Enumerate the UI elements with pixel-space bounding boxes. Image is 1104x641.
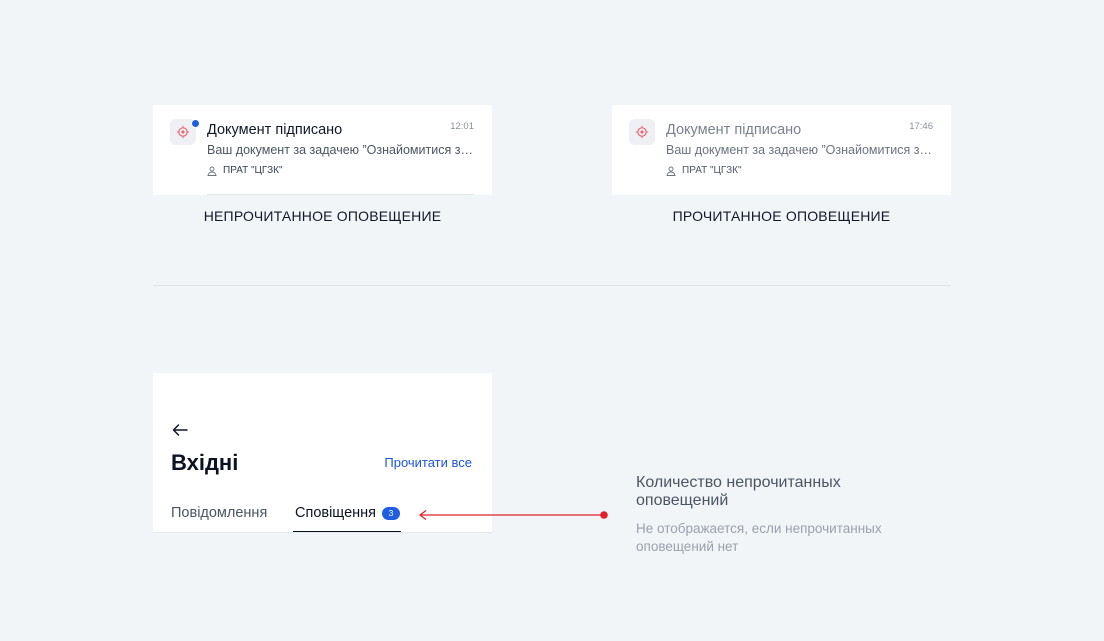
unread-count-badge: 3	[382, 507, 401, 520]
tab-messages[interactable]: Повідомлення	[171, 505, 267, 532]
notification-time: 12:01	[450, 121, 474, 132]
tab-label: Сповіщення	[295, 505, 377, 521]
read-all-link[interactable]: Прочитати все	[384, 455, 472, 470]
divider	[207, 194, 474, 195]
back-arrow-icon[interactable]	[171, 423, 189, 437]
notification-title: Документ підписано	[666, 122, 802, 138]
section-divider	[153, 285, 951, 286]
notification-body: Ваш документ за задачею ”Ознайомитися з …	[666, 143, 934, 157]
notification-card-unread[interactable]: Документ підписано 12:01 Ваш документ за…	[153, 105, 492, 195]
annotation-pointer-arrow	[419, 510, 608, 520]
org-name: ПРАТ "ЦГЗК"	[682, 165, 742, 176]
org-name: ПРАТ "ЦГЗК"	[223, 165, 283, 176]
tab-notifications[interactable]: Сповіщення 3	[293, 505, 402, 533]
notification-time: 17:46	[909, 121, 933, 132]
page-title: Вхідні	[171, 450, 239, 475]
notification-org: ПРАТ "ЦГЗК"	[207, 165, 283, 176]
tab-label: Повідомлення	[171, 505, 268, 521]
annotation-title: Количество непрочитанных оповещений	[636, 474, 841, 509]
unread-dot-icon	[191, 119, 200, 128]
notification-card-read[interactable]: Документ підписано 17:46 Ваш документ за…	[612, 105, 951, 195]
notification-title: Документ підписано	[207, 122, 343, 138]
annotation-subtitle: Не отображается, если непрочитанных опов…	[636, 521, 882, 554]
company-logo-icon	[629, 119, 655, 145]
caption-read: ПРОЧИТАННОЕ ОПОВЕЩЕНИЕ	[672, 208, 891, 224]
notification-body: Ваш документ за задачею ”Ознайомитися з …	[207, 143, 475, 157]
user-icon	[666, 166, 676, 176]
caption-unread: НЕПРОЧИТАННОЕ ОПОВЕЩЕНИЕ	[203, 208, 442, 224]
user-icon	[207, 166, 217, 176]
divider	[153, 532, 492, 533]
notification-org: ПРАТ "ЦГЗК"	[666, 165, 742, 176]
